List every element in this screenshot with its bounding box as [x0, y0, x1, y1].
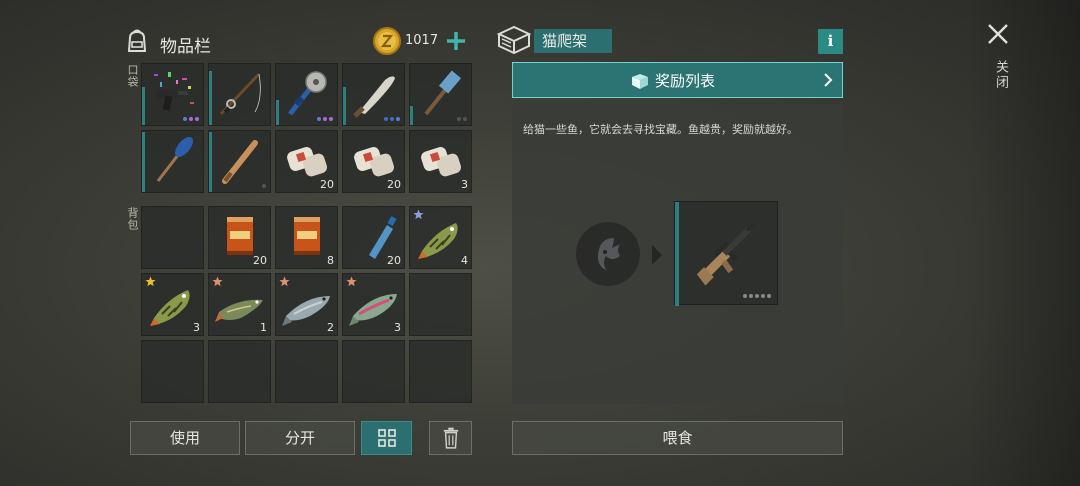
item-count: 4 — [461, 254, 468, 267]
backpack-slot[interactable]: 4 — [409, 206, 472, 269]
backpack-slot[interactable]: 8 — [275, 206, 338, 269]
cat-tree-header: 猫爬架 i — [496, 24, 844, 58]
fishing-rod-icon — [219, 72, 261, 116]
pocket-slot[interactable] — [141, 63, 204, 126]
reward-item-slot[interactable] — [674, 201, 778, 306]
quality-dots — [317, 117, 333, 121]
grid-icon — [377, 429, 396, 447]
item-count: 3 — [461, 178, 468, 191]
item-count: 20 — [320, 178, 334, 191]
backpack-slot[interactable]: 2 — [275, 273, 338, 336]
backpack-label: 背包 — [126, 207, 139, 231]
durability-bar — [142, 87, 145, 125]
star-icon — [346, 276, 357, 287]
backpack-icon — [127, 29, 147, 52]
backpack-slot[interactable] — [208, 340, 271, 403]
chevron-right-icon — [824, 73, 833, 87]
bandage-icon — [421, 147, 461, 177]
background-shade — [965, 0, 1080, 486]
trash-button[interactable] — [429, 421, 472, 455]
saw-mace-icon — [288, 71, 327, 116]
assault-rifle-icon — [696, 222, 755, 286]
quality-dots — [743, 294, 771, 298]
arrow-right-icon — [652, 245, 662, 265]
close-icon[interactable] — [986, 22, 1010, 46]
pocket-slot[interactable] — [275, 63, 338, 126]
item-count: 20 — [253, 254, 267, 267]
party-pistol-icon — [154, 72, 194, 111]
durability-bar — [142, 132, 145, 192]
pocket-slot[interactable] — [409, 63, 472, 126]
item-count: 3 — [193, 321, 200, 334]
item-count: 20 — [387, 178, 401, 191]
cat-tree-panel: 给猫一些鱼，它就会去寻找宝藏。鱼越贵，奖励就越好。 — [512, 104, 843, 404]
item-count: 20 — [387, 254, 401, 267]
star-icon — [413, 209, 424, 220]
item-count: 1 — [260, 321, 267, 334]
inventory-title: 物品栏 — [160, 37, 211, 57]
backpack-slot[interactable] — [342, 340, 405, 403]
backpack-slot[interactable]: 20 — [208, 206, 271, 269]
food-can-icon — [294, 217, 320, 255]
pocket-slot[interactable] — [208, 130, 271, 193]
item-count: 8 — [327, 254, 334, 267]
add-coins-icon[interactable] — [444, 29, 468, 53]
pocket-slot[interactable] — [342, 63, 405, 126]
pocket-slot[interactable] — [208, 63, 271, 126]
pocket-slot[interactable] — [141, 130, 204, 193]
gift-box-icon — [632, 74, 648, 89]
cat-tree-description: 给猫一些鱼，它就会去寻找宝藏。鱼越贵，奖励就越好。 — [523, 123, 798, 136]
durability-bar — [343, 87, 346, 125]
backpack-slot[interactable] — [409, 340, 472, 403]
pocket-slot[interactable]: 3 — [409, 130, 472, 193]
sort-grid-button[interactable] — [361, 421, 412, 455]
durability-bar — [675, 202, 679, 306]
pocket-slot[interactable]: 20 — [342, 130, 405, 193]
star-icon — [145, 276, 156, 287]
backpack-slot[interactable]: 1 — [208, 273, 271, 336]
backpack-slot[interactable] — [141, 340, 204, 403]
reward-list-label: 奖励列表 — [655, 72, 716, 90]
coin-icon — [373, 27, 401, 55]
baseball-bat-icon — [222, 140, 258, 184]
backpack-slot[interactable]: 3 — [141, 273, 204, 336]
fish-placeholder-icon — [597, 238, 620, 270]
durability-bar — [410, 106, 413, 125]
item-count: 2 — [327, 321, 334, 334]
quality-dots — [183, 117, 199, 121]
split-button[interactable]: 分开 — [245, 421, 355, 455]
quality-dots — [384, 117, 400, 121]
backpack-slot[interactable]: 20 — [342, 206, 405, 269]
backpack-slot[interactable] — [409, 273, 472, 336]
durability-bar — [209, 71, 212, 125]
backpack-slot[interactable] — [275, 340, 338, 403]
quality-dots — [457, 117, 467, 121]
durability-bar — [209, 132, 212, 192]
item-count: 3 — [394, 321, 401, 334]
pocket-slot[interactable]: 20 — [275, 130, 338, 193]
fish-input-slot[interactable] — [576, 222, 640, 286]
cat-tree-title: 猫爬架 — [534, 29, 612, 53]
feed-button[interactable]: 喂食 — [512, 421, 843, 455]
inventory-header: 物品栏 1017 — [124, 26, 472, 58]
hammer-icon — [424, 70, 462, 116]
backpack-slot[interactable]: 3 — [342, 273, 405, 336]
box-icon — [496, 25, 532, 55]
reward-list-button[interactable]: 奖励列表 — [512, 62, 843, 98]
info-button[interactable]: i — [818, 29, 843, 54]
pockets-label: 口袋 — [126, 64, 139, 88]
star-icon — [279, 276, 290, 287]
trash-icon — [443, 427, 458, 449]
backpack-slot[interactable] — [141, 206, 204, 269]
star-icon — [212, 276, 223, 287]
quality-dots — [262, 184, 266, 188]
coin-balance: 1017 — [405, 33, 439, 48]
durability-bar — [276, 100, 279, 125]
oar-icon — [156, 137, 193, 182]
machete-icon — [353, 76, 395, 118]
close-label[interactable]: 关闭 — [991, 60, 1010, 90]
use-button[interactable]: 使用 — [130, 421, 240, 455]
